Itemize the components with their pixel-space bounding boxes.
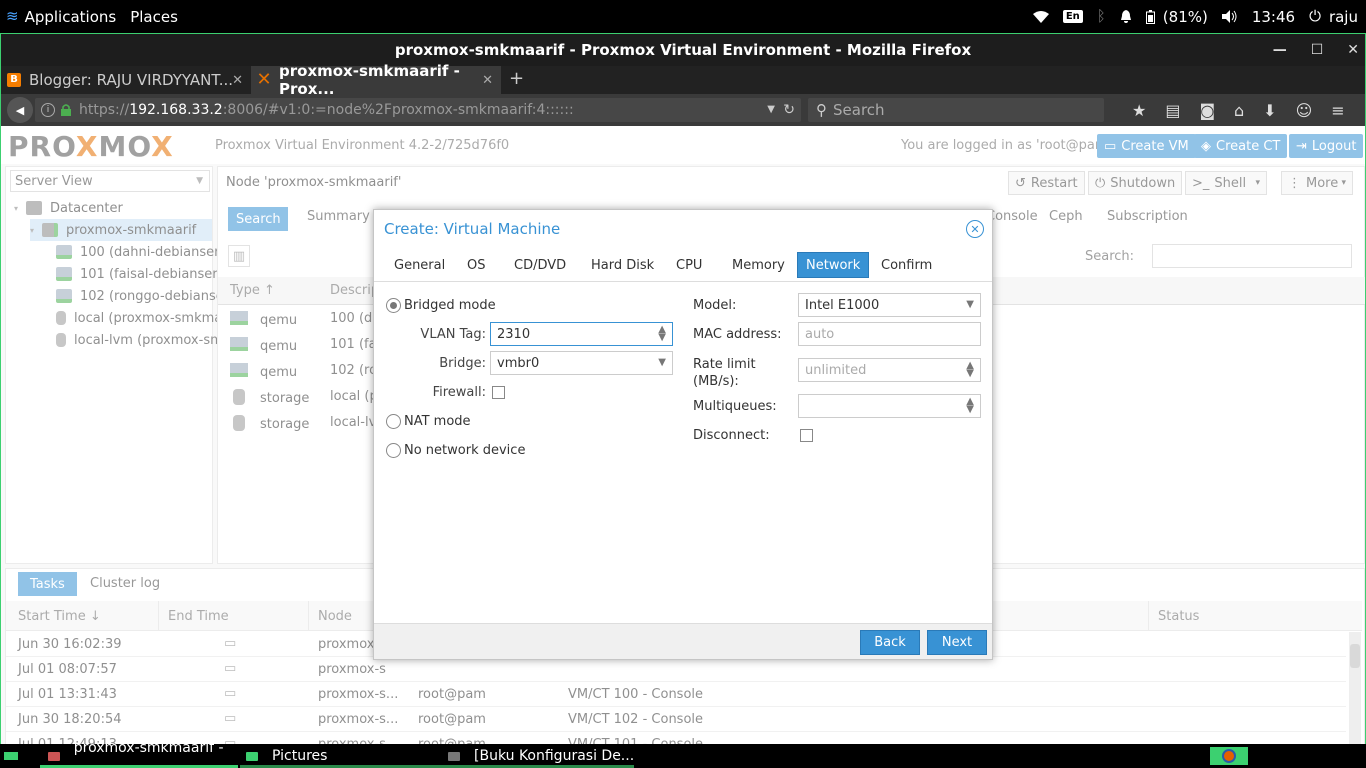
- chevron-down-icon: ▼: [658, 357, 666, 368]
- firefox-launcher-icon[interactable]: [1210, 747, 1248, 765]
- downloads-icon[interactable]: ⬇: [1263, 101, 1276, 120]
- info-icon[interactable]: i: [41, 103, 55, 117]
- url-bar[interactable]: i https:// 192.168.33.2 :8006/#v1:0:=nod…: [35, 98, 801, 122]
- close-tab-icon[interactable]: ✕: [232, 73, 243, 88]
- browser-tab-blogger[interactable]: B Blogger: RAJU VIRDYYANT... ✕: [1, 66, 251, 94]
- dialog-title: Create: Virtual Machine: [384, 220, 561, 238]
- rate-limit-label: Rate limit (MB/s):: [693, 357, 756, 389]
- back-button[interactable]: Back: [860, 630, 920, 655]
- tab-cpu[interactable]: CPU: [668, 252, 710, 278]
- search-icon: ⚲: [816, 100, 827, 119]
- bridged-mode-label: Bridged mode: [404, 298, 496, 313]
- close-tab-icon[interactable]: ✕: [482, 73, 493, 88]
- create-vm-dialog: Create: Virtual Machine ✕ General OS CD/…: [373, 209, 993, 660]
- wifi-icon[interactable]: [1032, 10, 1049, 23]
- no-network-device-radio[interactable]: [386, 443, 401, 458]
- no-network-device-label: No network device: [404, 443, 526, 458]
- model-select[interactable]: Intel E1000 ▼: [798, 293, 981, 317]
- tab-network[interactable]: Network: [797, 252, 870, 278]
- bridge-label: Bridge:: [439, 356, 486, 371]
- tab-os[interactable]: OS: [459, 252, 493, 278]
- search-placeholder: Search: [833, 101, 885, 119]
- tab-memory[interactable]: Memory: [724, 252, 793, 278]
- reload-icon[interactable]: ↻: [783, 103, 795, 117]
- dialog-footer: Back Next: [374, 623, 992, 659]
- document-icon: [448, 751, 460, 761]
- dialog-tabs: General OS CD/DVD Hard Disk CPU Memory N…: [374, 250, 992, 282]
- tab-hard-disk[interactable]: Hard Disk: [583, 252, 662, 278]
- chevron-down-icon: ▼: [966, 299, 974, 310]
- taskbar-item-document[interactable]: [Buku Konfigurasi De...: [448, 744, 638, 768]
- url-dropdown-icon[interactable]: ▼: [767, 105, 775, 115]
- tab-label: Blogger: RAJU VIRDYYANT...: [29, 71, 234, 89]
- tab-confirm[interactable]: Confirm: [873, 252, 940, 278]
- bookmark-star-icon[interactable]: ★: [1132, 101, 1146, 120]
- system-top-bar: ≋ Applications Places En ᛒ (81%) 13:46 ⏻…: [0, 0, 1366, 33]
- minimize-icon[interactable]: —: [1273, 42, 1287, 58]
- firewall-label: Firewall:: [432, 385, 486, 400]
- navigation-toolbar: ◀ i https:// 192.168.33.2 :8006/#v1:0:=n…: [1, 94, 1365, 126]
- hamburger-menu-icon[interactable]: ≡: [1331, 101, 1344, 120]
- bridged-mode-radio[interactable]: [386, 298, 401, 313]
- places-menu[interactable]: Places: [130, 8, 178, 26]
- show-desktop-icon[interactable]: [4, 752, 18, 760]
- spinner-icon[interactable]: ▲ ▼: [658, 325, 666, 343]
- new-tab-icon[interactable]: +: [509, 70, 524, 88]
- model-label: Model:: [693, 298, 737, 313]
- maximize-icon[interactable]: ☐: [1311, 42, 1324, 58]
- rate-limit-field[interactable]: unlimited ▲ ▼: [798, 358, 981, 382]
- spinner-icon[interactable]: ▲ ▼: [966, 397, 974, 415]
- window-title: proxmox-smkmaarif - Proxmox Virtual Envi…: [394, 41, 972, 59]
- disconnect-label: Disconnect:: [693, 428, 770, 443]
- close-window-icon[interactable]: ✕: [1347, 42, 1359, 58]
- close-icon[interactable]: ✕: [966, 220, 984, 238]
- volume-icon[interactable]: [1221, 10, 1238, 23]
- firewall-checkbox[interactable]: [492, 386, 505, 399]
- hello-smiley-icon[interactable]: ☺: [1296, 101, 1313, 120]
- window-list-taskbar: proxmox-smkmaarif - ... Pictures [Buku K…: [0, 740, 1366, 768]
- browser-tab-proxmox[interactable]: ✕ proxmox-smkmaarif - Prox... ✕: [251, 62, 501, 98]
- folder-icon: [246, 751, 258, 761]
- multiqueues-label: Multiqueues:: [693, 399, 777, 414]
- tab-cd-dvd[interactable]: CD/DVD: [506, 252, 574, 278]
- user-menu[interactable]: raju: [1329, 8, 1358, 26]
- next-button[interactable]: Next: [927, 630, 987, 655]
- proxmox-favicon-icon: ✕: [256, 69, 272, 90]
- battery-indicator[interactable]: (81%): [1145, 7, 1208, 26]
- window-titlebar[interactable]: proxmox-smkmaarif - Proxmox Virtual Envi…: [1, 34, 1365, 66]
- blogger-favicon-icon: B: [7, 73, 21, 87]
- notification-bell-icon[interactable]: [1120, 10, 1132, 23]
- keyboard-layout-indicator[interactable]: En: [1062, 10, 1083, 23]
- spinner-icon[interactable]: ▲ ▼: [966, 361, 974, 379]
- nat-mode-label: NAT mode: [404, 414, 471, 429]
- lock-icon[interactable]: [61, 104, 71, 116]
- mac-address-label: MAC address:: [693, 327, 782, 342]
- applications-menu[interactable]: Applications: [25, 8, 117, 26]
- browser-search-field[interactable]: ⚲ Search: [808, 98, 1104, 122]
- home-icon[interactable]: ⌂: [1234, 101, 1244, 120]
- firefox-window-icon: [48, 751, 60, 761]
- tab-label: proxmox-smkmaarif - Prox...: [279, 62, 460, 98]
- url-path: :8006/#v1:0:=node%2Fproxmox-smkmaarif:4:…: [222, 102, 574, 118]
- battery-icon: [1145, 9, 1155, 24]
- multiqueues-field[interactable]: ▲ ▼: [798, 394, 981, 418]
- applications-menu-icon[interactable]: ≋: [6, 9, 19, 24]
- url-prefix: https://: [79, 102, 130, 118]
- back-icon[interactable]: ◀: [7, 97, 33, 123]
- vlan-tag-label: VLAN Tag:: [420, 327, 486, 342]
- reading-list-icon[interactable]: ▤: [1165, 101, 1180, 120]
- mac-address-field[interactable]: auto: [798, 322, 981, 346]
- battery-percentage: (81%): [1162, 7, 1208, 26]
- tab-general[interactable]: General: [386, 252, 453, 278]
- browser-tab-bar: B Blogger: RAJU VIRDYYANT... ✕ ✕ proxmox…: [1, 62, 1365, 98]
- disconnect-checkbox[interactable]: [800, 429, 813, 442]
- vlan-tag-field[interactable]: 2310 ▲ ▼: [490, 322, 673, 346]
- clock[interactable]: 13:46: [1252, 8, 1295, 26]
- nat-mode-radio[interactable]: [386, 414, 401, 429]
- pocket-icon[interactable]: ◙: [1199, 101, 1215, 120]
- power-icon[interactable]: ⏻: [1309, 9, 1321, 24]
- url-host: 192.168.33.2: [129, 102, 223, 118]
- bluetooth-icon[interactable]: ᛒ: [1097, 9, 1106, 24]
- bridge-select[interactable]: vmbr0 ▼: [490, 351, 673, 375]
